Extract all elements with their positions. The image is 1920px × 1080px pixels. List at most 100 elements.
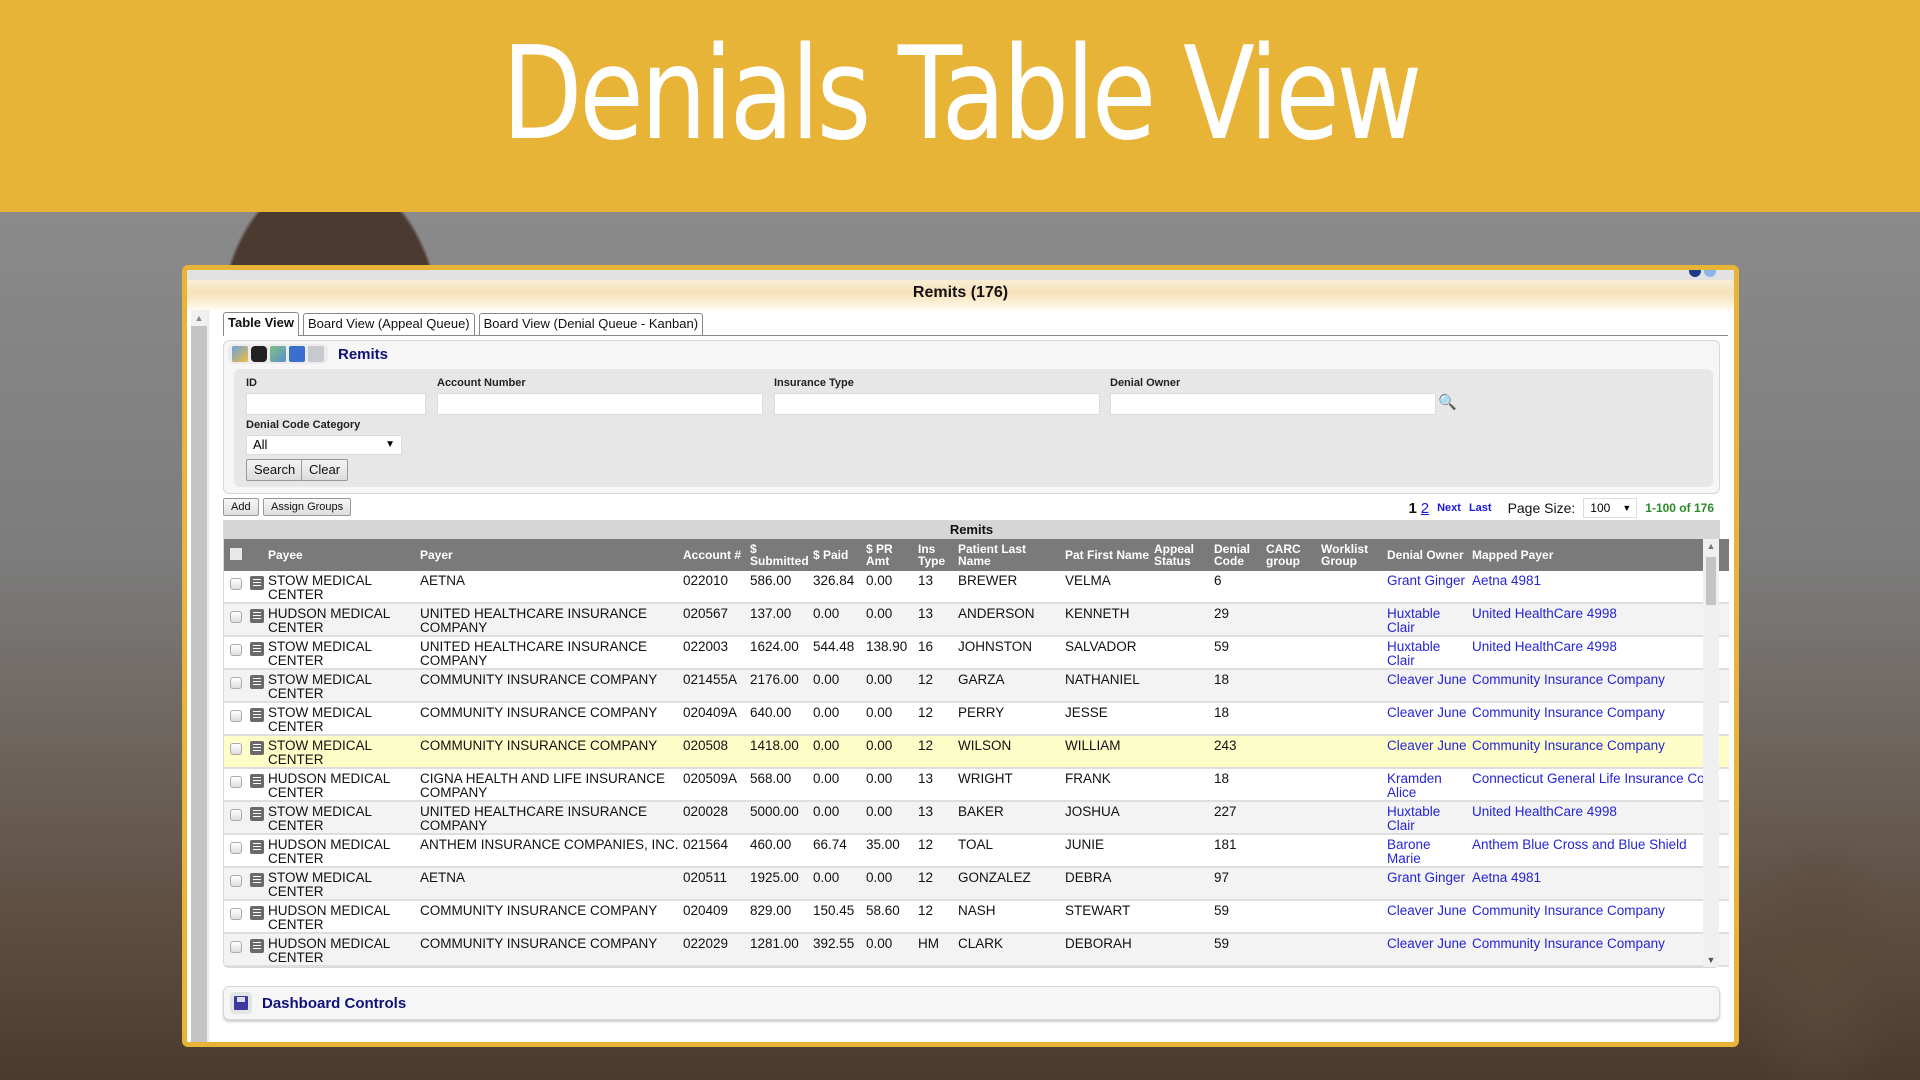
col-payer[interactable]: Payer: [418, 539, 681, 571]
detail-list-icon[interactable]: [250, 774, 264, 788]
cell-denial-owner[interactable]: Cleaver June: [1385, 900, 1470, 934]
cell-mapped-payer[interactable]: United HealthCare 4998: [1470, 636, 1729, 670]
table-row[interactable]: HUDSON MEDICAL CENTER UNITED HEALTHCARE I…: [224, 603, 1729, 637]
detail-list-icon[interactable]: [250, 576, 264, 590]
id-input[interactable]: [246, 393, 426, 415]
row-checkbox[interactable]: [230, 776, 242, 788]
row-checkbox[interactable]: [230, 842, 242, 854]
detail-list-icon[interactable]: [250, 906, 264, 920]
cell-mapped-payer[interactable]: Community Insurance Company: [1470, 702, 1729, 736]
cell-mapped-payer[interactable]: United HealthCare 4998: [1470, 801, 1729, 835]
row-checkbox[interactable]: [230, 941, 242, 953]
table-row[interactable]: HUDSON MEDICAL CENTER COMMUNITY INSURANCE…: [224, 933, 1729, 967]
denial-code-category-select[interactable]: All ▼: [246, 435, 402, 455]
cell-denial-owner[interactable]: Grant Ginger: [1385, 867, 1470, 901]
account-number-input[interactable]: [437, 393, 763, 415]
table-row[interactable]: HUDSON MEDICAL CENTER COMMUNITY INSURANCE…: [224, 900, 1729, 934]
col-denial-code[interactable]: Denial Code: [1212, 539, 1264, 571]
col-carc-group[interactable]: CARC group: [1264, 539, 1319, 571]
page-2-link[interactable]: 2: [1421, 500, 1429, 517]
checklist-icon[interactable]: [308, 346, 324, 362]
table-row[interactable]: HUDSON MEDICAL CENTER CIGNA HEALTH AND LI…: [224, 768, 1729, 802]
export-excel-icon[interactable]: [270, 346, 286, 362]
row-checkbox[interactable]: [230, 710, 242, 722]
lookup-magnifier-icon[interactable]: 🔍: [1438, 393, 1457, 411]
col-submitted[interactable]: $ Submitted: [748, 539, 811, 571]
row-checkbox[interactable]: [230, 677, 242, 689]
edit-icon[interactable]: [232, 346, 248, 362]
cell-denial-owner[interactable]: Cleaver June: [1385, 735, 1470, 769]
assign-groups-button[interactable]: Assign Groups: [263, 498, 352, 516]
row-checkbox[interactable]: [230, 611, 242, 623]
cell-denial-owner[interactable]: Cleaver June: [1385, 933, 1470, 967]
scroll-up-icon[interactable]: ▲: [191, 310, 207, 326]
row-checkbox[interactable]: [230, 809, 242, 821]
cell-denial-owner[interactable]: Kramden Alice: [1385, 768, 1470, 802]
col-mapped-payer[interactable]: Mapped Payer: [1470, 539, 1729, 571]
cell-mapped-payer[interactable]: Aetna 4981: [1470, 571, 1729, 604]
add-button[interactable]: Add: [223, 498, 259, 516]
col-denial-owner[interactable]: Denial Owner: [1385, 539, 1470, 571]
dashboard-controls-panel[interactable]: Dashboard Controls: [223, 986, 1720, 1020]
row-checkbox[interactable]: [230, 875, 242, 887]
detail-list-icon[interactable]: [250, 741, 264, 755]
scroll-down-icon[interactable]: ▼: [1703, 955, 1719, 965]
cell-mapped-payer[interactable]: Connecticut General Life Insurance Co.: [1470, 768, 1729, 802]
scroll-up-icon[interactable]: ▲: [1703, 539, 1719, 553]
table-row[interactable]: STOW MEDICAL CENTER COMMUNITY INSURANCE C…: [224, 669, 1729, 703]
table-row[interactable]: HUDSON MEDICAL CENTER ANTHEM INSURANCE CO…: [224, 834, 1729, 868]
col-patient-last[interactable]: Patient Last Name: [956, 539, 1063, 571]
cell-mapped-payer[interactable]: Anthem Blue Cross and Blue Shield: [1470, 834, 1729, 868]
cell-mapped-payer[interactable]: Community Insurance Company: [1470, 900, 1729, 934]
col-payee[interactable]: Payee: [266, 539, 418, 571]
denial-owner-input[interactable]: [1110, 393, 1436, 415]
table-row[interactable]: STOW MEDICAL CENTER AETNA 022010 586.00 326.…: [224, 571, 1729, 604]
row-checkbox[interactable]: [230, 743, 242, 755]
save-icon[interactable]: [289, 346, 305, 362]
detail-list-icon[interactable]: [250, 939, 264, 953]
cell-mapped-payer[interactable]: Aetna 4981: [1470, 867, 1729, 901]
cell-denial-owner[interactable]: Huxtable Clair: [1385, 801, 1470, 835]
detail-list-icon[interactable]: [250, 840, 264, 854]
table-row[interactable]: STOW MEDICAL CENTER COMMUNITY INSURANCE C…: [224, 702, 1729, 736]
table-row[interactable]: STOW MEDICAL CENTER AETNA 020511 1925.00 0.0…: [224, 867, 1729, 901]
detail-list-icon[interactable]: [250, 642, 264, 656]
row-checkbox[interactable]: [230, 644, 242, 656]
cell-mapped-payer[interactable]: United HealthCare 4998: [1470, 603, 1729, 637]
scroll-thumb[interactable]: [1706, 557, 1716, 605]
globe-icon[interactable]: [1704, 270, 1716, 277]
col-account[interactable]: Account #: [681, 539, 748, 571]
insurance-type-input[interactable]: [774, 393, 1100, 415]
cell-denial-owner[interactable]: Cleaver June: [1385, 702, 1470, 736]
cell-mapped-payer[interactable]: Community Insurance Company: [1470, 933, 1729, 967]
cell-denial-owner[interactable]: Cleaver June: [1385, 669, 1470, 703]
left-scrollbar[interactable]: ▲: [191, 310, 209, 1042]
tab-table-view[interactable]: Table View: [223, 312, 299, 336]
select-all-checkbox[interactable]: [230, 548, 242, 560]
last-page-link[interactable]: Last: [1469, 502, 1492, 514]
cell-mapped-payer[interactable]: Community Insurance Company: [1470, 735, 1729, 769]
detail-list-icon[interactable]: [250, 873, 264, 887]
table-row[interactable]: STOW MEDICAL CENTER COMMUNITY INSURANCE C…: [224, 735, 1729, 769]
table-row[interactable]: STOW MEDICAL CENTER UNITED HEALTHCARE INS…: [224, 636, 1729, 670]
col-pr-amt[interactable]: $ PR Amt: [864, 539, 916, 571]
row-checkbox[interactable]: [230, 908, 242, 920]
col-ins-type[interactable]: Ins Type: [916, 539, 956, 571]
col-appeal-status[interactable]: Appeal Status: [1152, 539, 1212, 571]
cell-mapped-payer[interactable]: Community Insurance Company: [1470, 669, 1729, 703]
page-size-select[interactable]: 100 ▼: [1583, 498, 1638, 518]
tab-board-view-appeal[interactable]: Board View (Appeal Queue): [303, 313, 475, 335]
help-icon[interactable]: [1689, 270, 1701, 277]
binoculars-icon[interactable]: [251, 346, 267, 362]
cell-denial-owner[interactable]: Barone Marie: [1385, 834, 1470, 868]
cell-denial-owner[interactable]: Grant Ginger: [1385, 571, 1470, 604]
cell-denial-owner[interactable]: Huxtable Clair: [1385, 603, 1470, 637]
detail-list-icon[interactable]: [250, 807, 264, 821]
col-paid[interactable]: $ Paid: [811, 539, 864, 571]
tab-board-view-kanban[interactable]: Board View (Denial Queue - Kanban): [478, 313, 704, 335]
detail-list-icon[interactable]: [250, 609, 264, 623]
search-button[interactable]: Search: [246, 459, 304, 481]
next-page-link[interactable]: Next: [1437, 502, 1461, 514]
select-all-header[interactable]: [224, 539, 248, 571]
cell-denial-owner[interactable]: Huxtable Clair: [1385, 636, 1470, 670]
